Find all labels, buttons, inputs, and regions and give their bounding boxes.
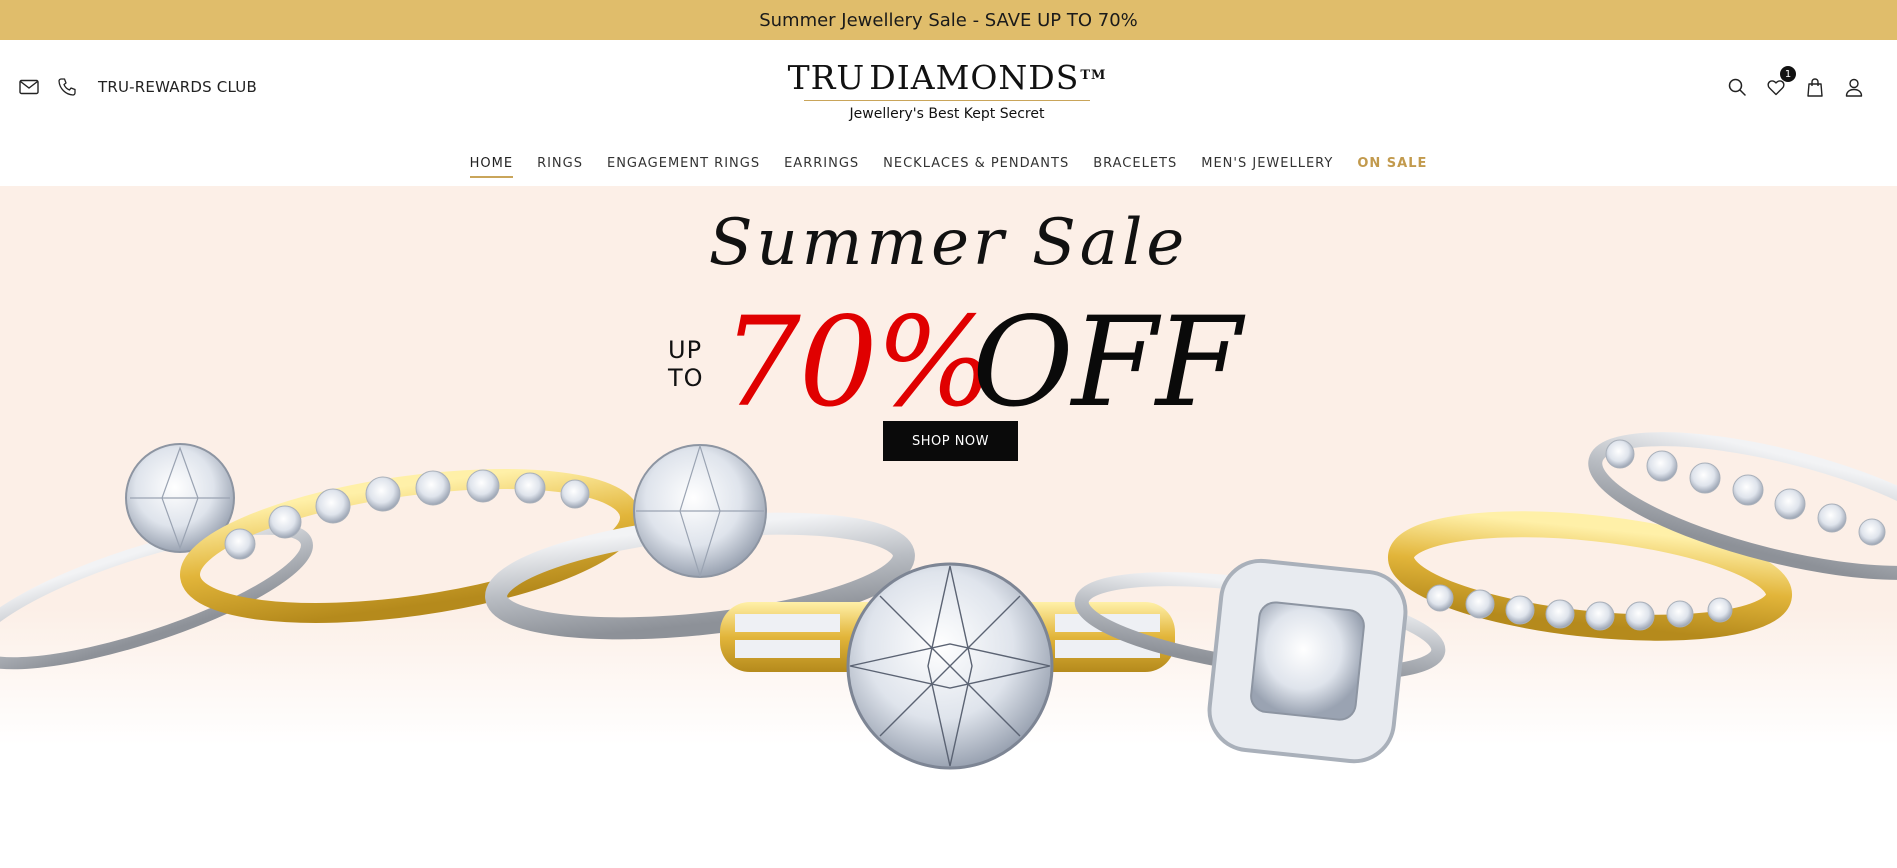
ring-center-gold xyxy=(720,562,1175,770)
nav-item-necklaces-pendants[interactable]: NECKLACES & PENDANTS xyxy=(883,156,1069,178)
rings-image xyxy=(0,432,1897,770)
hero-banner[interactable]: Summer Sale UP TO 70% OFF SHOP NOW xyxy=(0,186,1897,868)
logo-wordmark: TRU DIAMONDS TM xyxy=(788,56,1106,97)
phone-icon[interactable] xyxy=(56,76,78,98)
nav-item-rings[interactable]: RINGS xyxy=(537,156,583,178)
hero-up-text: UP xyxy=(668,336,703,364)
logo-trademark: TM xyxy=(1080,68,1107,83)
nav-item-earrings[interactable]: EARRINGS xyxy=(784,156,859,178)
user-icon[interactable] xyxy=(1843,76,1865,98)
site-header: TRU-REWARDS CLUB TRU DIAMONDS TM Jewelle… xyxy=(0,40,1897,186)
site-logo[interactable]: TRU DIAMONDS TM Jewellery's Best Kept Se… xyxy=(788,56,1106,128)
hero-to-text: TO xyxy=(668,364,704,392)
header-left: TRU-REWARDS CLUB xyxy=(18,76,257,98)
main-nav: HOME RINGS ENGAGEMENT RINGS EARRINGS NEC… xyxy=(0,152,1897,182)
logo-name-part2: DIAMONDS xyxy=(869,58,1080,97)
hero-off: OFF xyxy=(972,291,1242,435)
nav-item-bracelets[interactable]: BRACELETS xyxy=(1093,156,1177,178)
wishlist-count-badge: 1 xyxy=(1780,66,1796,82)
heart-icon[interactable]: 1 xyxy=(1765,66,1796,98)
rewards-club-link[interactable]: TRU-REWARDS CLUB xyxy=(98,78,257,96)
logo-name-part1: TRU xyxy=(787,58,866,97)
hero-script-title: Summer Sale xyxy=(708,206,1189,280)
logo-tagline: Jewellery's Best Kept Secret xyxy=(849,106,1045,122)
hero-up-to: UP TO xyxy=(668,336,704,392)
ring-gold-channel xyxy=(1387,511,1793,641)
nav-item-engagement-rings[interactable]: ENGAGEMENT RINGS xyxy=(607,156,760,178)
search-icon[interactable] xyxy=(1726,76,1748,98)
nav-item-mens-jewellery[interactable]: MEN'S JEWELLERY xyxy=(1201,156,1333,178)
logo-divider xyxy=(804,100,1090,101)
bag-icon[interactable] xyxy=(1804,76,1826,98)
ring-left-solitaire xyxy=(0,443,313,670)
announcement-bar[interactable]: Summer Jewellery Sale - SAVE UP TO 70% xyxy=(0,0,1897,40)
nav-item-on-sale[interactable]: ON SALE xyxy=(1357,156,1427,178)
mail-icon[interactable] xyxy=(18,76,40,98)
hero-percent: 70% xyxy=(722,291,994,435)
nav-item-home[interactable]: HOME xyxy=(469,156,514,178)
header-right: 1 xyxy=(1709,66,1865,98)
announcement-text: Summer Jewellery Sale - SAVE UP TO 70% xyxy=(759,9,1138,31)
